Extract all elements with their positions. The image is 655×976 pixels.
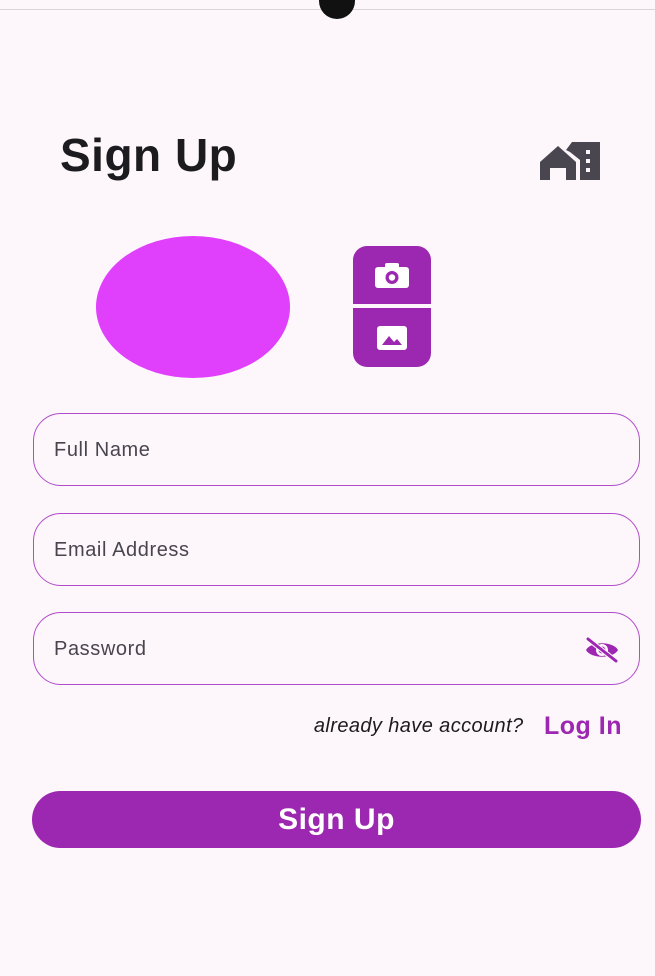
page-title: Sign Up [60,129,238,181]
full-name-field[interactable] [33,413,640,487]
home-work-icon [540,142,600,180]
home-button[interactable] [537,138,603,184]
login-prompt: already have account? [313,715,524,737]
email-input[interactable] [52,514,576,587]
password-visibility-toggle[interactable] [583,637,621,663]
avatar[interactable] [96,236,290,378]
camera-notch [319,0,355,19]
take-photo-button[interactable] [353,246,431,304]
camera-icon [375,263,409,288]
signup-button[interactable]: Sign Up [32,791,641,848]
signup-screen: Sign Up Full Name Email Address already … [0,0,655,976]
visibility-off-icon [585,637,619,663]
email-field[interactable] [33,513,640,587]
password-input[interactable] [52,613,576,686]
login-link[interactable]: Log In [544,712,622,741]
password-field[interactable] [33,612,640,686]
photo-actions [353,246,431,367]
image-icon [377,325,407,350]
login-row: already have account? Log In [0,712,622,741]
pick-image-button[interactable] [353,308,431,367]
full-name-input[interactable] [52,414,576,487]
